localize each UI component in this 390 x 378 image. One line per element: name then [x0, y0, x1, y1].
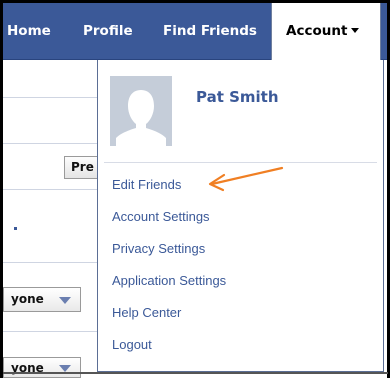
menu-item-privacy-settings[interactable]: Privacy Settings [112, 241, 205, 256]
nav-home-link[interactable]: Home [7, 3, 51, 60]
orange-arrow-icon [208, 166, 284, 192]
privacy-select[interactable]: yone [3, 287, 81, 312]
content-divider [3, 97, 97, 98]
nav-account-menu-button[interactable]: Account [271, 3, 381, 63]
menu-item-help-center[interactable]: Help Center [112, 305, 181, 320]
nav-account-label: Account [286, 23, 348, 39]
menu-item-edit-friends[interactable]: Edit Friends [112, 177, 181, 192]
content-divider [3, 331, 97, 332]
menu-item-application-settings[interactable]: Application Settings [112, 273, 226, 288]
nav-find-friends-link[interactable]: Find Friends [163, 3, 257, 60]
profile-avatar[interactable] [110, 76, 172, 146]
user-name-link[interactable]: Pat Smith [196, 88, 279, 106]
content-divider [3, 262, 97, 263]
menu-divider [104, 162, 377, 163]
content-divider [3, 189, 97, 190]
content-divider [3, 143, 97, 144]
caret-down-icon [351, 27, 360, 33]
account-dropdown-menu: Pat Smith Edit Friends Account Settings … [97, 60, 384, 372]
privacy-select[interactable]: yone [3, 357, 81, 378]
link-fragment [14, 227, 17, 230]
menu-item-logout[interactable]: Logout [112, 337, 152, 352]
triangle-down-icon [59, 365, 71, 372]
triangle-down-icon [59, 297, 71, 304]
menu-item-account-settings[interactable]: Account Settings [112, 209, 210, 224]
nav-profile-link[interactable]: Profile [83, 3, 133, 60]
privacy-select-value: yone [11, 292, 44, 306]
silhouette-avatar-icon [110, 76, 172, 146]
bottom-border [3, 372, 388, 374]
